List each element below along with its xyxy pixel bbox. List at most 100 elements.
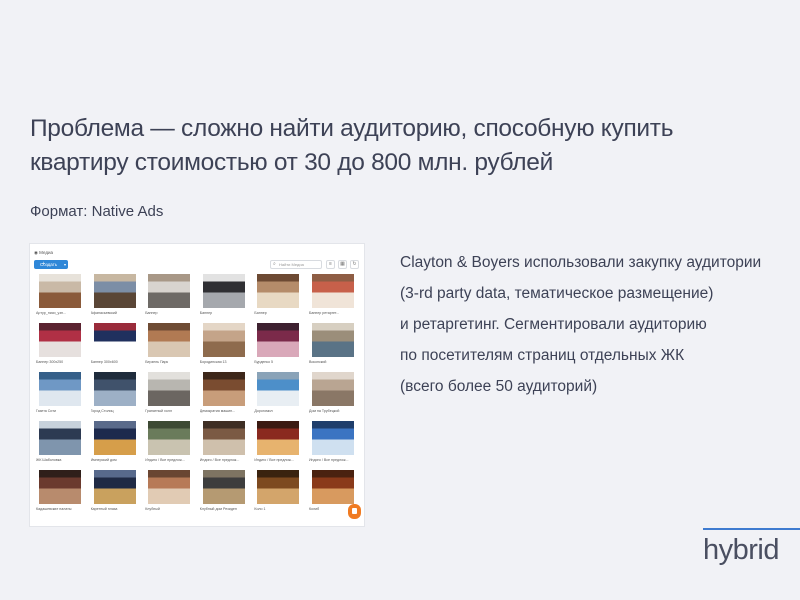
media-caption: Дорогомил [254,409,273,413]
media-card[interactable]: ЖК Шаболовка [34,421,86,465]
media-caption: Афанасьевский [90,311,117,315]
media-thumbnail [93,323,136,357]
media-thumbnail [39,372,81,406]
media-card[interactable]: Индиго / Все предлож... [252,421,304,465]
refresh-button[interactable]: ↻ [350,260,359,269]
media-card[interactable]: Каретный плаза [89,470,141,514]
media-thumbnail [202,421,245,455]
media-caption: Индиго / Все предлож... [145,458,185,462]
format-label: Формат: Native Ads [30,203,164,220]
grid-view-button[interactable]: ▦ [338,260,347,269]
media-card[interactable]: Дом на Трубецкой [307,372,359,416]
media-caption: Город Столиц [90,409,114,413]
media-caption: Каретный плаза [90,507,118,511]
media-caption: Клубный дом Резиден [199,507,237,511]
media-thumbnail [311,372,354,406]
media-thumbnail [93,470,136,504]
breadcrumb: ◉ Медиа [34,250,54,255]
media-thumbnail [39,421,81,455]
media-card[interactable]: Имперский дом [89,421,141,465]
media-toolbar: ◉ Медиа + Создать ▾ ⌕ Найти Медиа ≡ ▦ ↻ [30,244,364,274]
search-placeholder: Найти Медиа [279,262,304,267]
media-card[interactable]: Клубный дом Резиден [198,470,250,514]
media-thumbnail [148,421,191,455]
media-caption: Воконский [308,360,327,364]
media-thumbnail [93,274,136,308]
hybrid-logo: hybrid [703,534,780,566]
media-card[interactable]: Берзель Парк [143,323,195,367]
media-thumbnail [257,323,300,357]
media-card[interactable]: Баннер [198,274,250,318]
media-thumbnail [202,323,245,357]
media-card[interactable]: Баннер ретаргет... [307,274,359,318]
media-card[interactable]: Газета Сити [34,372,86,416]
description-line: (3-rd party data, тематическое размещени… [400,285,714,302]
media-thumbnail [257,274,300,308]
media-thumbnail [39,323,81,357]
media-caption: Гранатный холл [145,409,172,413]
media-card[interactable]: Индиго / Все предлож... [198,421,250,465]
media-caption: Бурденко 5 [254,360,274,364]
media-card[interactable]: Баннер [143,274,195,318]
media-library-screenshot: ◉ Медиа + Создать ▾ ⌕ Найти Медиа ≡ ▦ ↻ … [30,244,364,526]
media-card[interactable]: Воконский [307,323,359,367]
media-caption: Имперский дом [90,458,117,462]
media-thumbnail [202,274,245,308]
search-input[interactable]: ⌕ Найти Медиа [270,260,322,269]
logo-divider [703,528,800,530]
slide-title-line2: квартиру стоимостью от 30 до 800 млн. ру… [30,149,553,176]
media-caption: Баннер 300x600 [90,360,118,364]
filter-button[interactable]: ≡ [326,260,335,269]
media-card[interactable]: Кадашевские палаты [34,470,86,514]
media-caption: Берзель Парк [145,360,169,364]
media-thumbnail [93,372,136,406]
media-card[interactable]: Город Столиц [89,372,141,416]
media-caption: Газета Сити [36,409,57,413]
media-card[interactable]: Бородинская 13 [198,323,250,367]
refresh-icon: ↻ [352,261,357,267]
media-caption: Баннер [145,311,158,315]
media-card[interactable]: Баннер [252,274,304,318]
media-card[interactable]: Афанасьевский [89,274,141,318]
slide-title: Проблема — сложно найти аудиторию, спосо… [30,112,750,180]
media-thumbnail [148,372,191,406]
media-thumbnail [148,470,191,504]
media-caption: Баннер ретаргет... [308,311,340,315]
description-line: (всего более 50 аудиторий) [400,378,598,395]
media-caption: Индиго / Все предлож... [308,458,349,462]
media-caption: Индиго / Все предлож... [199,458,240,462]
media-caption: Клубный [145,507,160,511]
chat-button[interactable] [348,504,361,519]
media-thumbnail [148,274,191,308]
media-card[interactable]: Индиго / Все предлож... [143,421,195,465]
media-thumbnail [311,470,354,504]
media-card[interactable]: Баннер 300x600 [89,323,141,367]
media-caption: Баннер 300x250 [36,360,64,364]
media-caption: ЖК Шаболовка [36,458,62,462]
media-thumbnail [311,274,354,308]
media-card[interactable]: Артур_ниси_узн... [34,274,86,318]
create-button[interactable]: + Создать ▾ [34,260,68,269]
media-grid: Артур_ниси_узн... Афанасьевский Баннер Банн… [34,274,359,514]
media-card[interactable]: Баннер 300x250 [34,323,86,367]
media-caption: Артур_ниси_узн... [36,311,66,315]
media-caption: Бородинская 13 [199,360,227,364]
slide-title-line1: Проблема — сложно найти аудиторию, спосо… [30,115,674,142]
plus-icon: + [42,261,45,267]
media-card[interactable]: Бурденко 5 [252,323,304,367]
media-caption: Индиго / Все предлож... [254,458,294,462]
media-card[interactable]: Демократия машин... [198,372,250,416]
media-card[interactable]: Индиго / Все предлож... [307,421,359,465]
media-card[interactable]: Дорогомил [252,372,304,416]
media-caption: Дом на Трубецкой [308,409,340,413]
description-line: по посетителям страниц отдельных ЖК [400,347,685,364]
media-thumbnail [202,470,245,504]
description-line: Clayton & Boyers использовали закупку ау… [400,254,762,271]
media-caption: Коло 1 [254,507,266,511]
media-card[interactable]: Клубный [143,470,195,514]
media-card[interactable]: Коло 1 [252,470,304,514]
media-thumbnail [148,323,191,357]
media-card[interactable]: Гранатный холл [143,372,195,416]
media-caption: Баннер [199,311,213,315]
media-thumbnail [202,372,245,406]
